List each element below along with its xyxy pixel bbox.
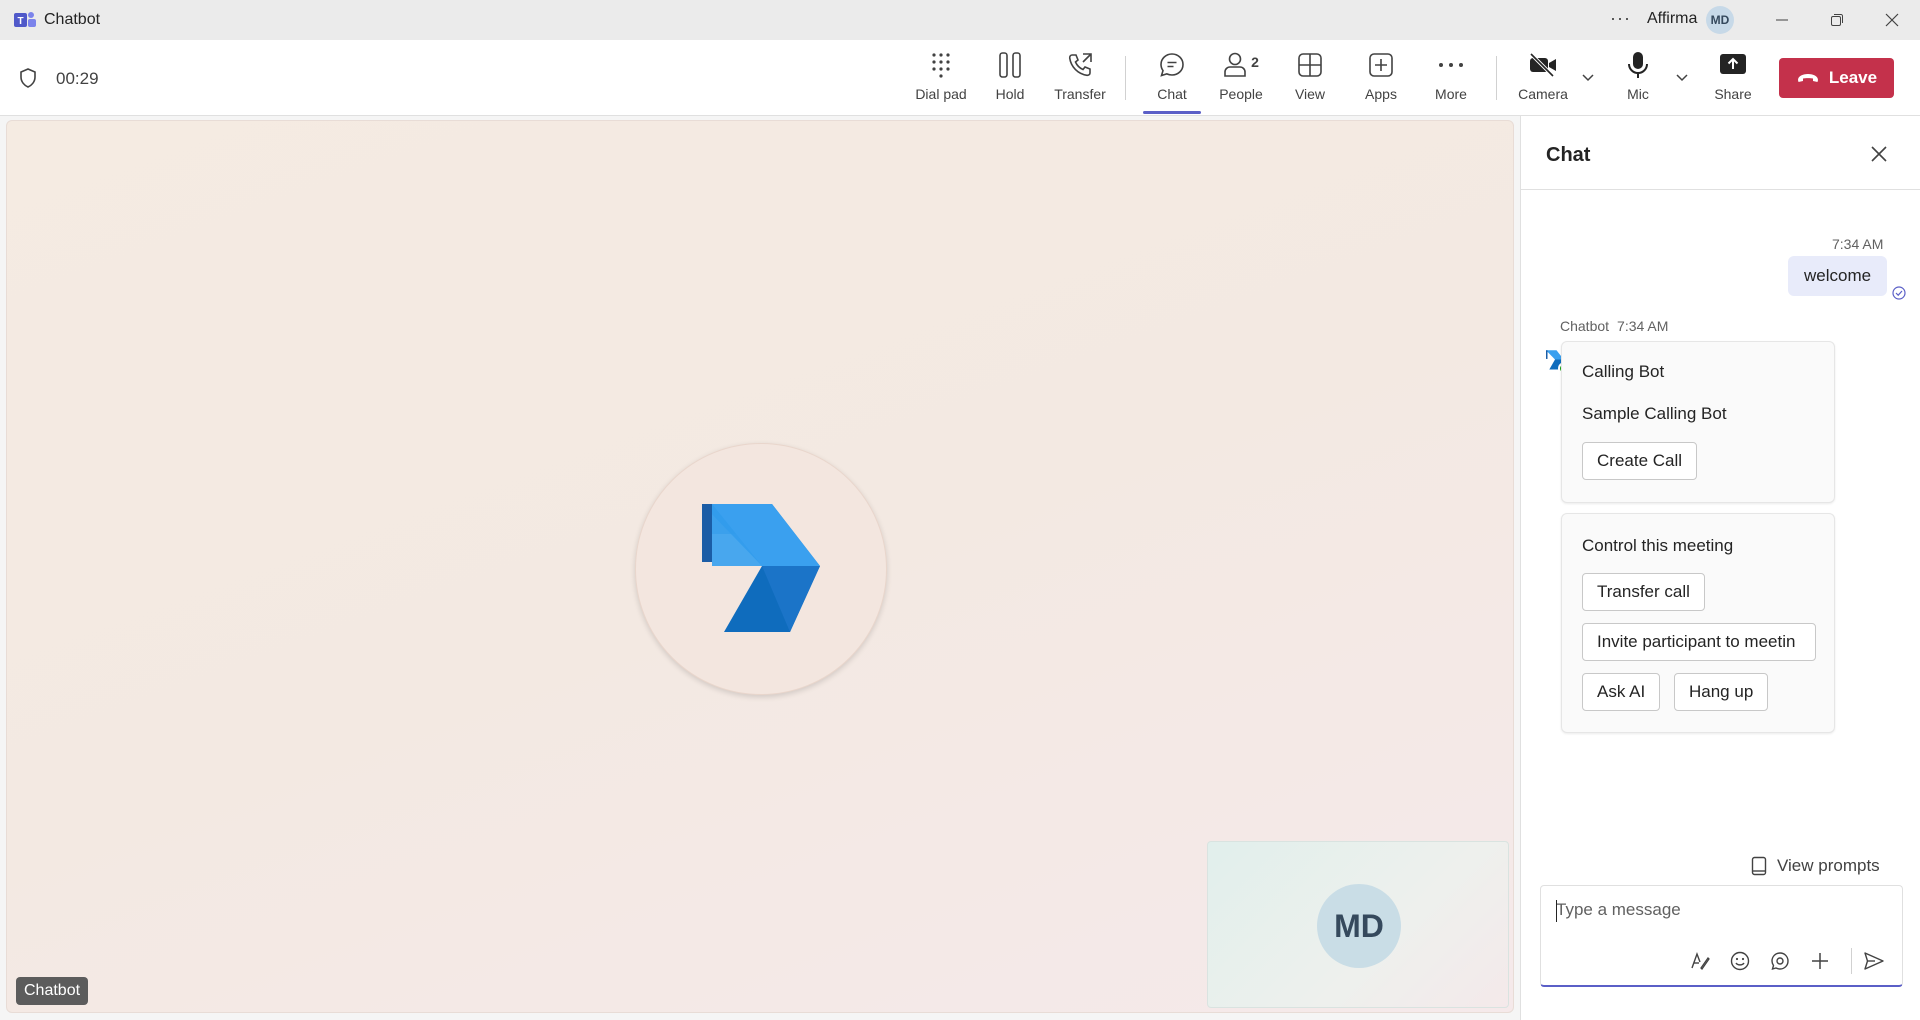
teams-logo-icon: T	[14, 12, 36, 27]
loop-component-button[interactable]	[1767, 948, 1793, 974]
card-subtitle: Sample Calling Bot	[1582, 404, 1727, 423]
message-input[interactable]	[1556, 900, 1886, 920]
close-icon	[1885, 13, 1899, 27]
transfer-label: Transfer	[1054, 86, 1106, 102]
participant-name-tag: Chatbot	[16, 977, 89, 1005]
dialpad-label: Dial pad	[915, 86, 967, 102]
camera-options-chevron-icon[interactable]	[1581, 70, 1595, 84]
mic-label: Mic	[1627, 86, 1649, 102]
format-text-icon	[1691, 951, 1710, 971]
my-message-bubble[interactable]: welcome	[1788, 256, 1888, 296]
dialpad-button[interactable]: Dial pad	[906, 50, 976, 110]
attach-button[interactable]	[1807, 948, 1833, 974]
send-icon	[1864, 952, 1884, 970]
mic-options-chevron-icon[interactable]	[1675, 70, 1689, 84]
shield-icon	[20, 68, 36, 88]
active-tab-indicator	[1143, 111, 1201, 114]
text-cursor	[1556, 900, 1557, 922]
hold-button[interactable]: Hold	[975, 50, 1045, 110]
bot-sender-name: Chatbot	[1560, 318, 1610, 334]
camera-label: Camera	[1518, 86, 1568, 102]
people-button[interactable]: 2 People	[1206, 50, 1276, 110]
hang-up-icon	[1797, 74, 1818, 82]
people-icon	[1224, 52, 1246, 77]
prompts-book-icon	[1751, 856, 1767, 876]
leave-label: Leave	[1828, 68, 1878, 87]
svg-text:T: T	[18, 16, 24, 27]
ask-ai-button[interactable]: Ask AI	[1582, 673, 1661, 711]
minimize-icon	[1776, 19, 1788, 21]
compose-box	[1540, 885, 1903, 987]
view-prompts-label: View prompts	[1777, 856, 1880, 875]
close-icon	[1871, 146, 1887, 162]
chat-icon	[1160, 53, 1184, 77]
self-avatar: MD	[1317, 884, 1401, 968]
my-message-time: 7:34 AM	[1832, 236, 1884, 252]
dialpad-icon	[932, 53, 950, 78]
transfer-button[interactable]: Transfer	[1045, 50, 1115, 110]
invite-participant-button[interactable]: Invite participant to meetin	[1582, 623, 1816, 661]
camera-off-icon	[1529, 52, 1556, 78]
titlebar-more-button[interactable]: ···	[1610, 8, 1631, 29]
chat-panel: Chat 7:34 AM welcome Chatbot 7:34 AM Call…	[1520, 116, 1920, 1020]
user-avatar[interactable]: MD	[1706, 6, 1734, 34]
more-label: More	[1435, 86, 1467, 102]
chat-title: Chat	[1546, 144, 1591, 166]
read-receipt-icon	[1892, 286, 1906, 300]
self-video-tile[interactable]: MD	[1207, 841, 1509, 1008]
close-window-button[interactable]	[1872, 6, 1912, 34]
app-title: Chatbot	[44, 11, 101, 28]
microphone-icon	[1628, 52, 1648, 78]
share-label: Share	[1714, 86, 1752, 102]
hang-up-button[interactable]: Hang up	[1674, 673, 1769, 711]
emoji-icon	[1730, 951, 1750, 971]
grid-view-icon	[1298, 53, 1322, 77]
loop-icon	[1771, 952, 1789, 971]
call-timer: 00:29	[56, 69, 99, 88]
view-button[interactable]: View	[1275, 50, 1345, 110]
restore-icon	[1831, 14, 1843, 26]
bot-message-time: 7:34 AM	[1617, 318, 1669, 334]
plus-icon	[1812, 953, 1828, 969]
chat-label: Chat	[1157, 86, 1187, 102]
hold-label: Hold	[995, 86, 1025, 102]
phone-transfer-icon	[1068, 53, 1092, 77]
card-title: Calling Bot	[1582, 362, 1665, 381]
transfer-call-button[interactable]: Transfer call	[1582, 573, 1705, 611]
chat-header: Chat	[1521, 116, 1920, 190]
chat-button[interactable]: Chat	[1137, 50, 1207, 110]
meeting-stage: Chatbot MD	[6, 120, 1514, 1013]
bot-avatar-circle	[635, 443, 887, 695]
compose-divider	[1851, 948, 1852, 974]
format-button[interactable]	[1687, 948, 1713, 974]
org-name[interactable]: Affirma	[1647, 10, 1697, 28]
title-bar: T Chatbot ··· Affirma MD	[0, 0, 1920, 40]
more-icon	[1439, 63, 1463, 67]
people-count: 2	[1251, 54, 1259, 70]
share-screen-icon	[1720, 54, 1746, 74]
send-button[interactable]	[1861, 948, 1887, 974]
bot-message-meta: Chatbot 7:34 AM	[1560, 318, 1676, 334]
apps-button[interactable]: Apps	[1346, 50, 1416, 110]
restore-button[interactable]	[1817, 6, 1857, 34]
create-call-button[interactable]: Create Call	[1582, 442, 1698, 480]
close-chat-button[interactable]	[1867, 142, 1891, 166]
minimize-button[interactable]	[1762, 6, 1802, 34]
mic-button[interactable]: Mic	[1603, 50, 1673, 110]
control-meeting-card: Control this meeting Transfer call Invit…	[1561, 513, 1835, 733]
more-button[interactable]: More	[1416, 50, 1486, 110]
leave-button[interactable]: Leave	[1779, 58, 1894, 98]
view-label: View	[1294, 86, 1326, 102]
pause-icon	[999, 52, 1021, 78]
emoji-button[interactable]	[1727, 948, 1753, 974]
share-button[interactable]: Share	[1698, 50, 1768, 110]
calling-bot-card: Calling Bot Sample Calling Bot Create Ca…	[1561, 341, 1835, 503]
people-label: People	[1219, 86, 1263, 102]
power-automate-logo-icon	[702, 504, 820, 632]
view-prompts-button[interactable]: View prompts	[1751, 856, 1880, 876]
card-title: Control this meeting	[1582, 536, 1734, 555]
apps-label: Apps	[1365, 86, 1397, 102]
camera-button[interactable]: Camera	[1508, 50, 1578, 110]
add-apps-icon	[1369, 53, 1393, 77]
